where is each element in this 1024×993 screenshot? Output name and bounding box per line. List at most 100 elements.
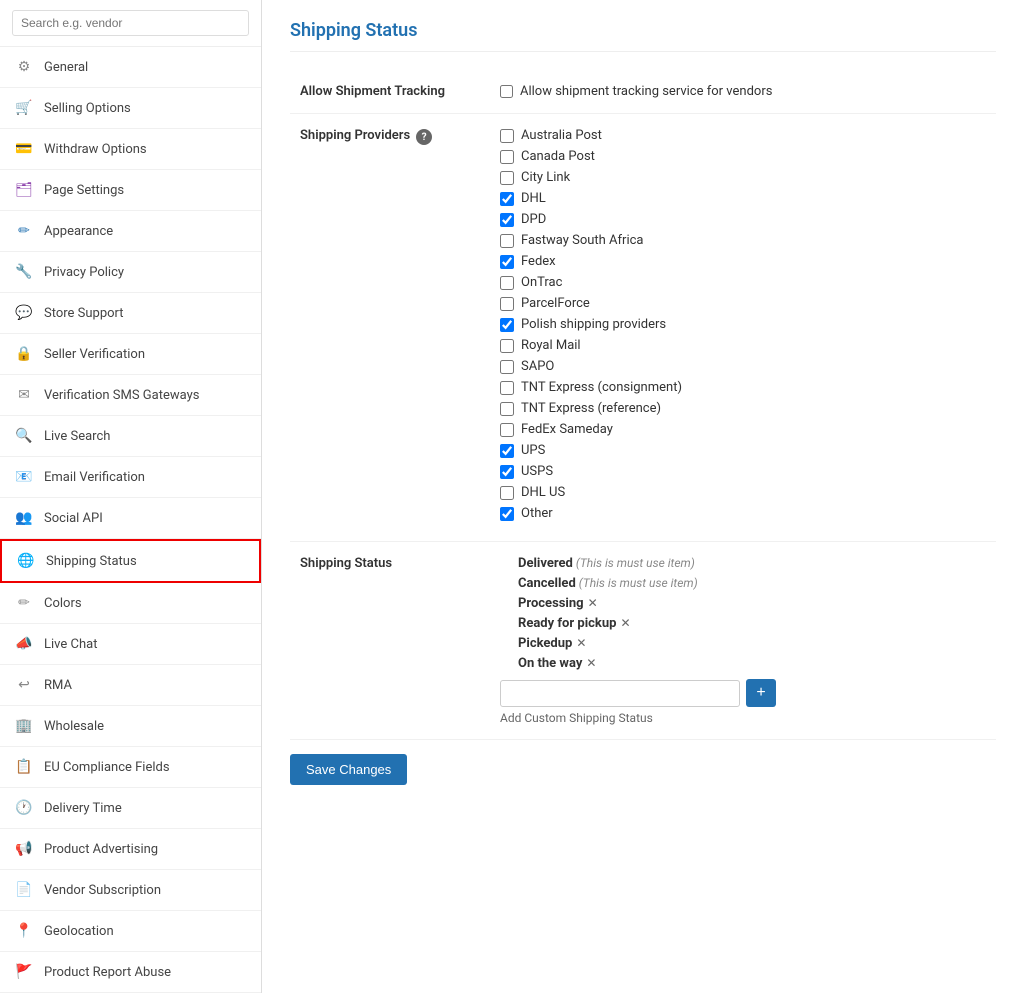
sidebar-item-label-delivery-time: Delivery Time [44, 801, 122, 816]
sidebar-item-appearance[interactable]: ✏ Appearance [0, 211, 261, 252]
allow-shipment-checkbox[interactable] [500, 85, 513, 98]
sidebar-item-verification-sms[interactable]: ✉ Verification SMS Gateways [0, 375, 261, 416]
provider-label-dpd: DPD [521, 212, 546, 227]
provider-checkbox-sapo[interactable] [500, 360, 514, 374]
provider-label-australia-post: Australia Post [521, 128, 602, 143]
add-status-button[interactable]: + [746, 679, 776, 707]
sidebar-item-social-api[interactable]: 👥 Social API [0, 498, 261, 539]
sidebar-item-label-page-settings: Page Settings [44, 183, 124, 198]
sidebar-item-label-geolocation: Geolocation [44, 924, 114, 939]
sidebar-item-product-advertising[interactable]: 📢 Product Advertising [0, 829, 261, 870]
provider-checkbox-fedex-sameday[interactable] [500, 423, 514, 437]
provider-checkbox-usps[interactable] [500, 465, 514, 479]
sidebar-item-live-chat[interactable]: 📣 Live Chat [0, 624, 261, 665]
provider-label-tnt-consignment: TNT Express (consignment) [521, 380, 682, 395]
sidebar-search-container [0, 0, 261, 47]
provider-label-fedex-sameday: FedEx Sameday [521, 422, 613, 437]
provider-row-other: Other [500, 506, 986, 521]
provider-row-fastway-south-africa: Fastway South Africa [500, 233, 986, 248]
status-remove-ready-for-pickup[interactable]: ✕ [620, 616, 630, 630]
provider-checkbox-ups[interactable] [500, 444, 514, 458]
privacy-policy-icon: 🔧 [14, 262, 34, 282]
sidebar: ⚙ General 🛒 Selling Options 💳 Withdraw O… [0, 0, 262, 993]
provider-checkbox-australia-post[interactable] [500, 129, 514, 143]
page-title: Shipping Status [290, 20, 996, 52]
sidebar-item-eu-compliance[interactable]: 📋 EU Compliance Fields [0, 747, 261, 788]
status-list: Delivered(This is must use item) Cancelle… [500, 556, 986, 671]
status-item-ready-for-pickup: Ready for pickup✕ [518, 616, 986, 631]
sidebar-item-shipping-status[interactable]: 🌐 Shipping Status [0, 539, 261, 583]
sidebar-item-store-support[interactable]: 💬 Store Support [0, 293, 261, 334]
page-settings-icon: 🗂 [14, 180, 34, 200]
provider-checkbox-dhl-us[interactable] [500, 486, 514, 500]
colors-icon: ✏ [14, 593, 34, 613]
sidebar-item-label-live-search: Live Search [44, 429, 110, 444]
allow-shipment-checkbox-label: Allow shipment tracking service for vend… [520, 84, 772, 99]
shipping-status-icon: 🌐 [16, 551, 36, 571]
sidebar-item-label-wholesale: Wholesale [44, 719, 104, 734]
sidebar-item-product-report-abuse[interactable]: 🚩 Product Report Abuse [0, 952, 261, 993]
shipping-status-label: Shipping Status [290, 542, 490, 740]
provider-checkbox-tnt-reference[interactable] [500, 402, 514, 416]
sidebar-item-live-search[interactable]: 🔍 Live Search [0, 416, 261, 457]
sidebar-item-label-product-report-abuse: Product Report Abuse [44, 965, 171, 980]
status-remove-processing[interactable]: ✕ [588, 596, 598, 610]
sidebar-item-seller-verification[interactable]: 🔒 Seller Verification [0, 334, 261, 375]
provider-checkbox-canada-post[interactable] [500, 150, 514, 164]
status-text-delivered: Delivered(This is must use item) [518, 556, 695, 571]
provider-row-dpd: DPD [500, 212, 986, 227]
sidebar-item-colors[interactable]: ✏ Colors [0, 583, 261, 624]
sidebar-item-geolocation[interactable]: 📍 Geolocation [0, 911, 261, 952]
status-remove-on-the-way[interactable]: ✕ [586, 656, 596, 670]
shipping-status-field: Delivered(This is must use item) Cancelle… [490, 542, 996, 740]
status-text-pickedup: Pickedup✕ [518, 636, 586, 651]
sidebar-item-delivery-time[interactable]: 🕐 Delivery Time [0, 788, 261, 829]
provider-row-ontrac: OnTrac [500, 275, 986, 290]
appearance-icon: ✏ [14, 221, 34, 241]
sidebar-item-vendor-subscription[interactable]: 📄 Vendor Subscription [0, 870, 261, 911]
provider-checkbox-parcelforce[interactable] [500, 297, 514, 311]
provider-checkbox-city-link[interactable] [500, 171, 514, 185]
provider-checkbox-fastway-south-africa[interactable] [500, 234, 514, 248]
selling-options-icon: 🛒 [14, 98, 34, 118]
status-note-delivered: (This is must use item) [576, 556, 695, 570]
allow-shipment-field: Allow shipment tracking service for vend… [490, 70, 996, 114]
status-item-processing: Processing✕ [518, 596, 986, 611]
rma-icon: ↩ [14, 675, 34, 695]
geolocation-icon: 📍 [14, 921, 34, 941]
sidebar-item-page-settings[interactable]: 🗂 Page Settings [0, 170, 261, 211]
sidebar-item-rma[interactable]: ↩ RMA [0, 665, 261, 706]
provider-checkbox-fedex[interactable] [500, 255, 514, 269]
provider-checkbox-tnt-consignment[interactable] [500, 381, 514, 395]
sidebar-item-withdraw-options[interactable]: 💳 Withdraw Options [0, 129, 261, 170]
status-text-processing: Processing✕ [518, 596, 598, 611]
status-text-cancelled: Cancelled(This is must use item) [518, 576, 698, 591]
providers-help-icon[interactable]: ? [416, 129, 432, 145]
sidebar-item-label-shipping-status: Shipping Status [46, 554, 137, 569]
sidebar-item-general[interactable]: ⚙ General [0, 47, 261, 88]
status-item-pickedup: Pickedup✕ [518, 636, 986, 651]
provider-label-ontrac: OnTrac [521, 275, 562, 290]
provider-checkbox-other[interactable] [500, 507, 514, 521]
sidebar-item-selling-options[interactable]: 🛒 Selling Options [0, 88, 261, 129]
save-button[interactable]: Save Changes [290, 754, 407, 785]
provider-checkbox-dpd[interactable] [500, 213, 514, 227]
provider-checkbox-ontrac[interactable] [500, 276, 514, 290]
sidebar-item-privacy-policy[interactable]: 🔧 Privacy Policy [0, 252, 261, 293]
sidebar-item-label-seller-verification: Seller Verification [44, 347, 145, 362]
provider-row-fedex-sameday: FedEx Sameday [500, 422, 986, 437]
sidebar-search-input[interactable] [12, 10, 249, 36]
sidebar-item-label-selling-options: Selling Options [44, 101, 131, 116]
provider-checkbox-polish-shipping[interactable] [500, 318, 514, 332]
custom-status-row: + [500, 679, 986, 707]
provider-checkbox-dhl[interactable] [500, 192, 514, 206]
sidebar-item-wholesale[interactable]: 🏢 Wholesale [0, 706, 261, 747]
provider-checkbox-royal-mail[interactable] [500, 339, 514, 353]
provider-row-dhl-us: DHL US [500, 485, 986, 500]
store-support-icon: 💬 [14, 303, 34, 323]
sidebar-item-email-verification[interactable]: 📧 Email Verification [0, 457, 261, 498]
provider-row-sapo: SAPO [500, 359, 986, 374]
custom-status-input[interactable] [500, 680, 740, 707]
provider-row-polish-shipping: Polish shipping providers [500, 317, 986, 332]
status-remove-pickedup[interactable]: ✕ [576, 636, 586, 650]
